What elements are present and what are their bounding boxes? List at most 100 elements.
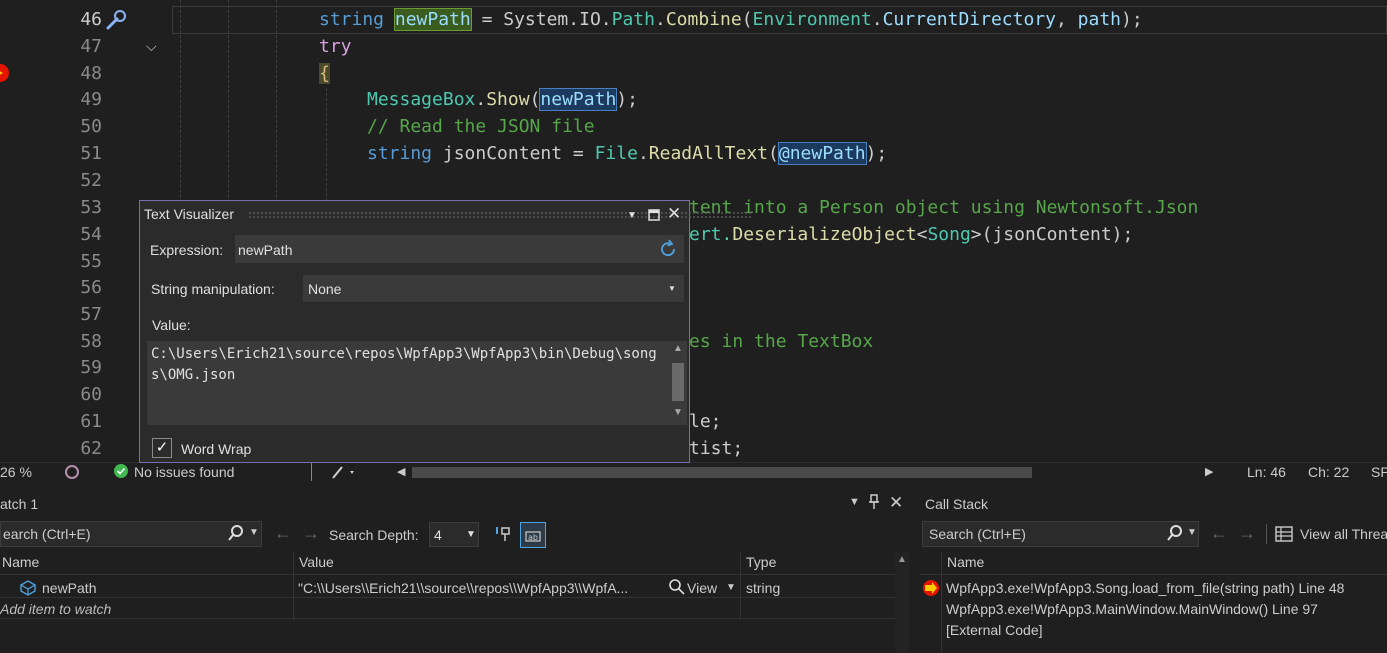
divider — [311, 463, 312, 481]
threads-icon[interactable] — [1275, 525, 1293, 546]
chevron-down-icon[interactable]: ▼ — [1187, 527, 1197, 538]
watch-item-value[interactable]: "C:\\Users\\Erich21\\source\\repos\\WpfA… — [298, 580, 666, 596]
code-line-62: tist; — [689, 438, 744, 459]
issues-status[interactable]: No issues found — [134, 464, 234, 480]
line-number: 46 — [80, 9, 102, 30]
vertical-scrollbar[interactable]: ▲ ▼ — [671, 343, 685, 421]
line-number: 54 — [80, 224, 102, 245]
line-number: 62 — [80, 438, 102, 459]
chevron-down-icon[interactable]: ▼ — [249, 527, 259, 538]
view-all-threads-button[interactable]: View all Threa — [1300, 526, 1387, 542]
forward-arrow-icon[interactable]: → — [1238, 523, 1256, 544]
chevron-down-icon: ▼ — [466, 529, 476, 540]
add-item-to-watch[interactable]: Add item to watch — [0, 601, 111, 617]
dropdown-icon[interactable]: ▼ — [849, 496, 860, 508]
line-number: 50 — [80, 116, 102, 137]
svg-text:ab: ab — [528, 533, 538, 542]
breakpoint-arrow-icon[interactable] — [0, 63, 10, 83]
close-icon[interactable]: ✕ — [667, 204, 681, 224]
editor-status-bar: 26 % No issues found ◀ ▶ Ln: 46 Ch: 22 S… — [0, 462, 1387, 483]
close-icon[interactable]: ✕ — [889, 493, 903, 513]
magnifier-icon[interactable] — [668, 578, 686, 599]
pin-source-icon[interactable] — [494, 524, 514, 547]
code-line-49: MessageBox.Show(newPath); — [367, 88, 638, 111]
call-stack-search-input[interactable]: Search (Ctrl+E) ▼ — [922, 521, 1199, 547]
pin-icon[interactable] — [868, 494, 880, 513]
line-number: 52 — [80, 170, 102, 191]
zoom-level[interactable]: 26 % — [0, 464, 32, 480]
line-indicator[interactable]: Ln: 46 — [1247, 464, 1286, 480]
chevron-down-icon: ▼ — [668, 284, 676, 293]
search-icon[interactable] — [227, 524, 245, 545]
back-arrow-icon[interactable]: ← — [1210, 523, 1228, 544]
code-line-46: string newPath = System.IO.Path.Combine(… — [319, 8, 1143, 31]
expression-input[interactable]: newPath — [235, 235, 684, 263]
chevron-down-icon[interactable]: ▼ — [726, 582, 736, 593]
line-number: 53 — [80, 197, 102, 218]
code-line-61: le; — [689, 411, 722, 432]
call-stack-frame[interactable]: WpfApp3.exe!WpfApp3.MainWindow.MainWindo… — [946, 601, 1318, 617]
line-number: 57 — [80, 304, 102, 325]
dropdown-icon[interactable]: ▼ — [627, 210, 637, 221]
brush-icon[interactable] — [330, 463, 358, 484]
vertical-scrollbar[interactable]: ▲ — [895, 552, 909, 653]
call-stack-frame[interactable]: WpfApp3.exe!WpfApp3.Song.load_from_file(… — [946, 580, 1344, 596]
scroll-right-icon[interactable]: ▶ — [1205, 465, 1213, 478]
line-number: 49 — [80, 89, 102, 110]
search-depth-label: Search Depth: — [329, 527, 419, 543]
refresh-icon[interactable] — [658, 239, 678, 262]
line-number: 51 — [80, 143, 102, 164]
copilot-icon[interactable] — [64, 463, 80, 484]
call-stack-frame[interactable]: [External Code] — [946, 622, 1043, 638]
column-header-name[interactable]: Name — [947, 554, 984, 576]
text-visualizer-window: Text Visualizer ▼ ✕ Expression: newPath … — [139, 200, 753, 463]
search-depth-select[interactable]: 4 ▼ — [429, 522, 479, 547]
line-number: 48 — [80, 63, 102, 84]
variable-cube-icon — [20, 580, 36, 599]
code-line-50: // Read the JSON file — [367, 116, 595, 137]
quick-actions-icon[interactable] — [104, 8, 128, 32]
check-circle-icon — [114, 464, 128, 481]
fold-chevron-icon[interactable]: ⌵ — [146, 38, 157, 55]
value-label: Value: — [152, 317, 191, 333]
string-manipulation-select[interactable]: None ▼ — [303, 275, 684, 302]
code-line-51: string jsonContent = File.ReadAllText(@n… — [367, 142, 888, 165]
search-placeholder: earch (Ctrl+E) — [3, 526, 91, 542]
watch-panel: atch 1 ▼ ✕ earch (Ctrl+E) ▼ ← → Search D… — [0, 490, 912, 653]
word-wrap-checkbox[interactable]: ✓ — [152, 438, 172, 458]
line-number: 56 — [80, 277, 102, 298]
line-number: 60 — [80, 384, 102, 405]
column-header-type[interactable]: Type — [746, 554, 776, 576]
watch-title: atch 1 — [0, 496, 39, 512]
horizontal-scrollbar[interactable] — [412, 467, 1032, 478]
watch-search-input[interactable]: earch (Ctrl+E) ▼ — [0, 521, 262, 547]
scroll-left-icon[interactable]: ◀ — [397, 465, 405, 478]
search-placeholder: Search (Ctrl+E) — [929, 526, 1026, 542]
call-stack-title: Call Stack — [925, 496, 989, 512]
word-wrap-label[interactable]: Word Wrap — [181, 441, 251, 457]
value-text[interactable]: C:\Users\Erich21\source\repos\WpfApp3\Wp… — [151, 344, 663, 386]
watch-item-name: newPath — [42, 580, 97, 596]
code-line-53: tent into a Person object using Newtonso… — [689, 197, 1199, 218]
visualizer-title[interactable]: Text Visualizer — [144, 206, 234, 222]
code-line-48: { — [319, 63, 330, 84]
encoding-indicator[interactable]: SP — [1371, 464, 1387, 480]
line-number: 58 — [80, 331, 102, 352]
view-button[interactable]: View — [687, 580, 717, 596]
call-stack-panel: Call Stack Search (Ctrl+E) ▼ ← → View al… — [920, 490, 1387, 653]
expression-label: Expression: — [150, 242, 224, 258]
code-line-47: try — [319, 36, 352, 57]
back-arrow-icon[interactable]: ← — [274, 523, 292, 544]
maximize-icon[interactable] — [648, 208, 660, 224]
code-line-58: es in the TextBox — [689, 331, 874, 352]
current-frame-arrow-icon — [921, 579, 941, 600]
column-header-name[interactable]: Name — [2, 554, 39, 576]
search-icon[interactable] — [1166, 524, 1184, 545]
value-textarea[interactable]: C:\Users\Erich21\source\repos\WpfApp3\Wp… — [147, 341, 687, 425]
line-number: 59 — [80, 357, 102, 378]
column-header-value[interactable]: Value — [299, 554, 334, 576]
column-indicator[interactable]: Ch: 22 — [1308, 464, 1349, 480]
text-format-icon[interactable]: ab — [520, 522, 546, 548]
forward-arrow-icon[interactable]: → — [302, 523, 320, 544]
string-manipulation-label: String manipulation: — [151, 281, 275, 297]
